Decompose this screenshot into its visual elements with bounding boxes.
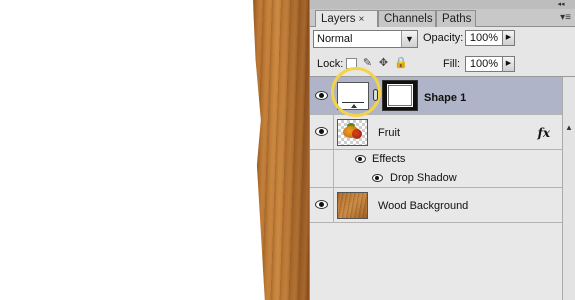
layer-thumbnail[interactable]	[337, 192, 368, 219]
tab-layers[interactable]: Layers ×	[315, 10, 378, 28]
layer-row-fruit[interactable]: Fruit fx	[310, 115, 562, 150]
eye-icon[interactable]	[372, 174, 383, 182]
layer-thumbnail[interactable]	[337, 119, 368, 146]
visibility-cell	[310, 169, 334, 187]
opacity-slider-button[interactable]: ▶	[502, 30, 515, 46]
fx-icon[interactable]: fx	[538, 126, 550, 140]
visibility-cell	[310, 150, 334, 169]
lock-all-icon[interactable]: 🔒	[394, 58, 408, 69]
eye-icon[interactable]	[355, 155, 366, 163]
tab-layers-label: Layers	[321, 13, 356, 25]
effect-row-drop-shadow[interactable]: Drop Shadow	[310, 169, 562, 188]
layer-name: Wood Background	[378, 200, 469, 212]
layer-name: Shape 1	[424, 92, 467, 104]
fill-field[interactable]: 100%	[465, 56, 503, 72]
layer-row-shape-1[interactable]: Shape 1	[310, 67, 562, 117]
lock-position-icon[interactable]: ✥	[378, 58, 389, 69]
layers-scrollbar[interactable]: ▲	[562, 77, 575, 300]
eye-icon[interactable]	[315, 200, 328, 209]
tab-paths-label: Paths	[442, 13, 472, 25]
visibility-cell[interactable]	[310, 115, 334, 149]
tab-paths[interactable]: Paths	[436, 10, 476, 27]
document-canvas	[0, 0, 262, 300]
tab-channels[interactable]: Channels×	[378, 10, 441, 27]
opacity-field[interactable]: 100%	[465, 30, 503, 46]
layers-list: Shape 1 Fruit fx Effects Drop Shadow Woo…	[310, 67, 562, 300]
fill-label: Fill:	[443, 58, 461, 70]
eye-icon[interactable]	[315, 91, 328, 100]
tab-channels-label: Channels	[384, 13, 433, 25]
visibility-cell[interactable]	[310, 188, 334, 222]
blend-mode-value: Normal	[317, 33, 353, 45]
panel-menu-icon[interactable]: ▾≡	[560, 12, 571, 23]
blend-mode-select[interactable]: Normal ▼	[313, 30, 418, 48]
layer-row-wood-background[interactable]: Wood Background	[310, 188, 562, 223]
scroll-up-icon[interactable]: ▲	[565, 123, 573, 132]
fill-slider-button[interactable]: ▶	[502, 56, 515, 72]
link-chain-icon[interactable]	[373, 89, 378, 101]
lock-label: Lock:	[317, 58, 344, 70]
collapse-panel-icon[interactable]: ◂◂	[554, 1, 568, 8]
effects-row[interactable]: Effects	[310, 150, 562, 169]
close-icon[interactable]: ×	[359, 14, 365, 25]
vector-mask-thumbnail[interactable]	[382, 80, 418, 111]
panel-title-bar[interactable]: ◂◂	[310, 0, 575, 9]
opacity-label: Opacity:	[423, 32, 464, 44]
panel-tab-strip: Layers× Channels× Paths ▾≡	[310, 9, 575, 28]
eye-icon[interactable]	[315, 127, 328, 136]
chevron-down-icon[interactable]: ▼	[401, 31, 417, 47]
effect-name: Drop Shadow	[390, 172, 457, 184]
effects-label: Effects	[372, 153, 406, 165]
layers-panel: ◂◂ Layers× Channels× Paths ▾≡ Normal ▼ O…	[309, 0, 575, 300]
layer-name: Fruit	[378, 127, 400, 139]
